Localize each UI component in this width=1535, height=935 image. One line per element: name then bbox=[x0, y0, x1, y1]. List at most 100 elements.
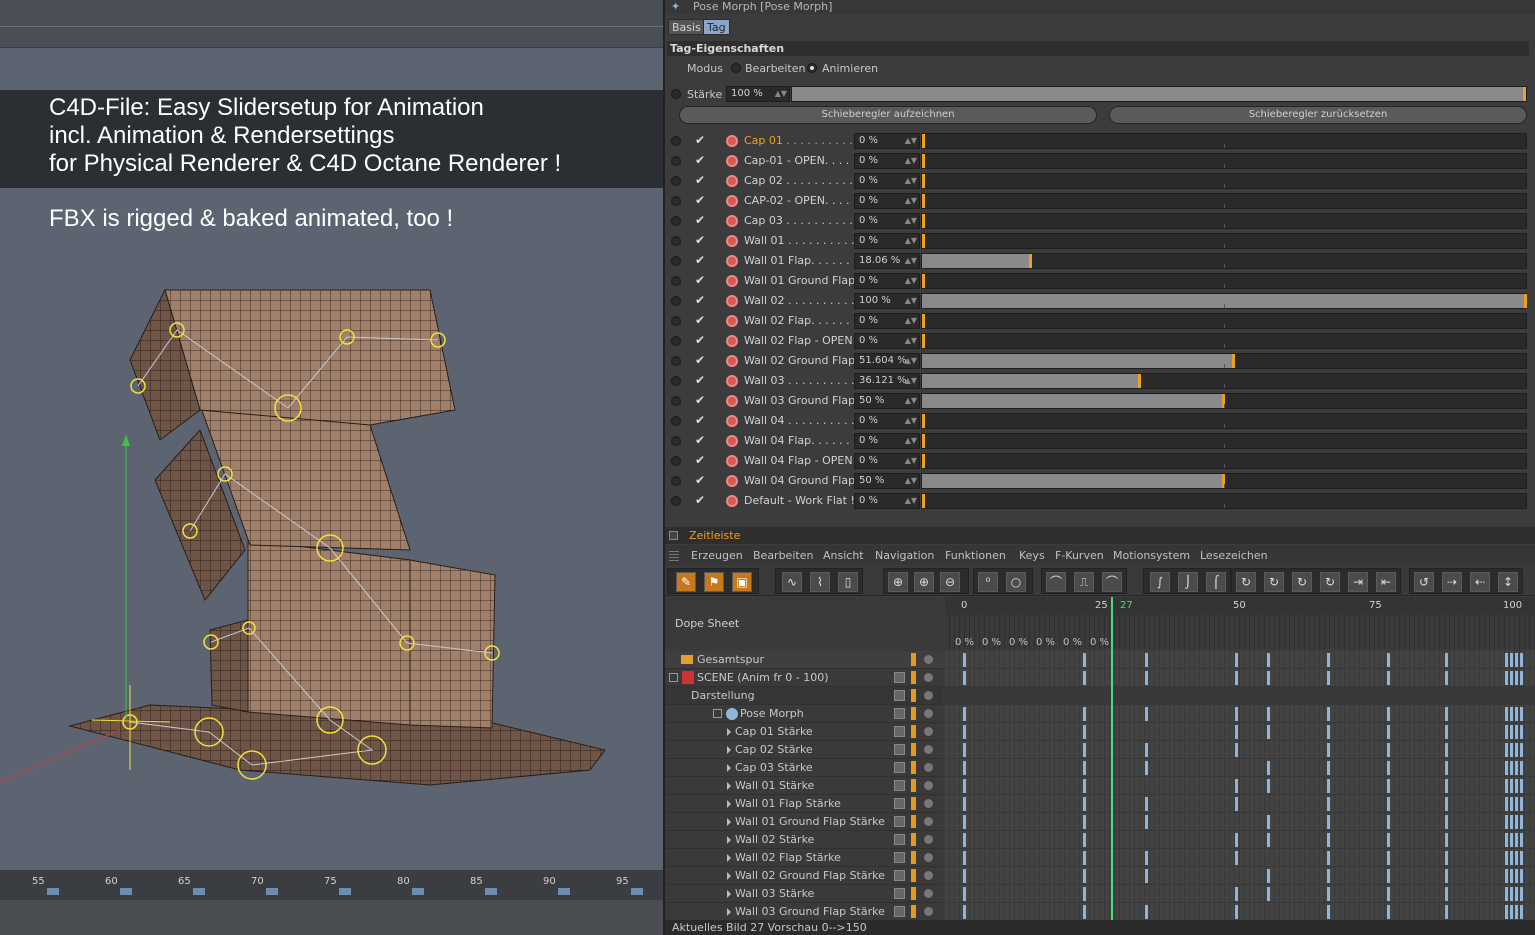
keyframe[interactable] bbox=[1235, 707, 1238, 721]
slider-handle[interactable] bbox=[1138, 374, 1141, 388]
morph-slider[interactable] bbox=[921, 133, 1527, 149]
staerke-anim-toggle[interactable] bbox=[671, 89, 681, 99]
track-solo-icon[interactable] bbox=[924, 799, 933, 808]
track-row[interactable]: Wall 02 Stärke bbox=[665, 831, 943, 849]
enable-checkbox[interactable]: ✔ bbox=[695, 433, 705, 447]
keyframe[interactable] bbox=[963, 743, 966, 757]
track-edit-icon[interactable] bbox=[894, 780, 905, 791]
keyframe[interactable] bbox=[1510, 671, 1513, 685]
keyframe[interactable] bbox=[1327, 707, 1330, 721]
tab-basis[interactable]: Basis bbox=[668, 19, 705, 35]
morph-value-field[interactable]: 0 % ▲▼ bbox=[854, 133, 920, 149]
keyframe[interactable] bbox=[1235, 779, 1238, 793]
pulse-icon[interactable]: ⌇ bbox=[810, 572, 830, 592]
keyframe[interactable] bbox=[1387, 761, 1390, 775]
anim-toggle[interactable] bbox=[671, 336, 681, 346]
tangent-1-icon[interactable]: ↻ bbox=[1236, 572, 1256, 592]
misc-4-icon[interactable]: ↕ bbox=[1498, 572, 1518, 592]
enable-checkbox[interactable]: ✔ bbox=[695, 413, 705, 427]
track-row[interactable]: Wall 01 Flap Stärke bbox=[665, 795, 943, 813]
track-row[interactable]: Wall 03 Ground Flap Stärke bbox=[665, 903, 943, 921]
track-solo-icon[interactable] bbox=[924, 709, 933, 718]
enable-checkbox[interactable]: ✔ bbox=[695, 313, 705, 327]
keyframe[interactable] bbox=[1235, 887, 1238, 901]
track-solo-icon[interactable] bbox=[924, 907, 933, 916]
keyframe[interactable] bbox=[1145, 905, 1148, 919]
keyframe[interactable] bbox=[963, 671, 966, 685]
morph-slider[interactable] bbox=[921, 333, 1527, 349]
menu-motionsystem[interactable]: Motionsystem bbox=[1113, 549, 1190, 562]
add-key-icon[interactable]: ⊕ bbox=[888, 572, 908, 592]
remove-key-icon[interactable]: ⊖ bbox=[940, 572, 960, 592]
track-row[interactable]: Wall 01 Ground Flap Stärke bbox=[665, 813, 943, 831]
keyframe[interactable] bbox=[1505, 761, 1508, 775]
keyframe[interactable] bbox=[1445, 743, 1448, 757]
keyframe[interactable] bbox=[1083, 671, 1086, 685]
keyframe[interactable] bbox=[963, 887, 966, 901]
morph-slider[interactable] bbox=[921, 353, 1527, 369]
keyframe[interactable] bbox=[1510, 761, 1513, 775]
keyframe[interactable] bbox=[1267, 725, 1270, 739]
keyframe[interactable] bbox=[1235, 743, 1238, 757]
keyframe[interactable] bbox=[1505, 851, 1508, 865]
slider-handle[interactable] bbox=[1232, 354, 1235, 368]
track-edit-icon[interactable] bbox=[894, 906, 905, 917]
track-solo-icon[interactable] bbox=[924, 853, 933, 862]
track-solo-icon[interactable] bbox=[924, 781, 933, 790]
anim-toggle[interactable] bbox=[671, 376, 681, 386]
morph-slider[interactable] bbox=[921, 253, 1527, 269]
keyframe[interactable] bbox=[1510, 905, 1513, 919]
keyframe[interactable] bbox=[1387, 779, 1390, 793]
track-row[interactable]: Cap 01 Stärke bbox=[665, 723, 943, 741]
keyframe[interactable] bbox=[1083, 797, 1086, 811]
slider-handle[interactable] bbox=[922, 234, 925, 248]
anim-toggle[interactable] bbox=[671, 356, 681, 366]
morph-value-field[interactable]: 0 % ▲▼ bbox=[854, 213, 920, 229]
spline-icon[interactable]: ⌒ bbox=[1046, 572, 1066, 592]
add-keys-icon[interactable]: ⊕ bbox=[914, 572, 934, 592]
keyframe[interactable] bbox=[963, 833, 966, 847]
time-zero-icon[interactable]: ○ bbox=[1006, 572, 1026, 592]
ease-in-out-icon[interactable]: ∫ bbox=[1150, 572, 1170, 592]
track-edit-icon[interactable] bbox=[894, 744, 905, 755]
track-edit-icon[interactable] bbox=[894, 798, 905, 809]
expand-arrow-icon[interactable] bbox=[727, 872, 731, 880]
keyframe[interactable] bbox=[1327, 725, 1330, 739]
step-icon[interactable]: ⎍ bbox=[1074, 572, 1094, 592]
keyframe[interactable] bbox=[1520, 761, 1523, 775]
expand-arrow-icon[interactable] bbox=[727, 818, 731, 826]
keyframe[interactable] bbox=[1387, 671, 1390, 685]
ease-in-icon[interactable]: ⌡ bbox=[1178, 572, 1198, 592]
keyframe[interactable] bbox=[963, 653, 966, 667]
keyframe[interactable] bbox=[1327, 851, 1330, 865]
keyframe[interactable] bbox=[1267, 779, 1270, 793]
track-edit-icon[interactable] bbox=[894, 834, 905, 845]
keyframe[interactable] bbox=[1505, 869, 1508, 883]
anim-toggle[interactable] bbox=[671, 276, 681, 286]
keyframe[interactable] bbox=[1515, 779, 1518, 793]
keyframe[interactable] bbox=[1267, 761, 1270, 775]
keyframe[interactable] bbox=[1515, 653, 1518, 667]
slider-handle[interactable] bbox=[922, 414, 925, 428]
frame-ruler[interactable]: 0 25 27 50 75 100 bbox=[945, 597, 1535, 615]
keyframe[interactable] bbox=[1510, 743, 1513, 757]
menu-navigation[interactable]: Navigation bbox=[875, 549, 934, 562]
keyframe[interactable] bbox=[1083, 725, 1086, 739]
track-solo-icon[interactable] bbox=[924, 673, 933, 682]
keyframe[interactable] bbox=[1083, 851, 1086, 865]
slider-handle[interactable] bbox=[922, 454, 925, 468]
keyframe[interactable] bbox=[1327, 833, 1330, 847]
track-row[interactable]: Wall 03 Stärke bbox=[665, 885, 943, 903]
anim-toggle[interactable] bbox=[671, 416, 681, 426]
track-solo-icon[interactable] bbox=[924, 655, 933, 664]
keyframe[interactable] bbox=[1235, 833, 1238, 847]
menu-lesezeichen[interactable]: Lesezeichen bbox=[1200, 549, 1268, 562]
morph-value-field[interactable]: 0 % ▲▼ bbox=[854, 233, 920, 249]
enable-checkbox[interactable]: ✔ bbox=[695, 393, 705, 407]
morph-value-field[interactable]: 100 % ▲▼ bbox=[854, 293, 920, 309]
keyframe[interactable] bbox=[1505, 833, 1508, 847]
track-solo-icon[interactable] bbox=[924, 835, 933, 844]
menu-funktionen[interactable]: Funktionen bbox=[945, 549, 1006, 562]
track-row[interactable]: Wall 02 Flap Stärke bbox=[665, 849, 943, 867]
anim-toggle[interactable] bbox=[671, 136, 681, 146]
